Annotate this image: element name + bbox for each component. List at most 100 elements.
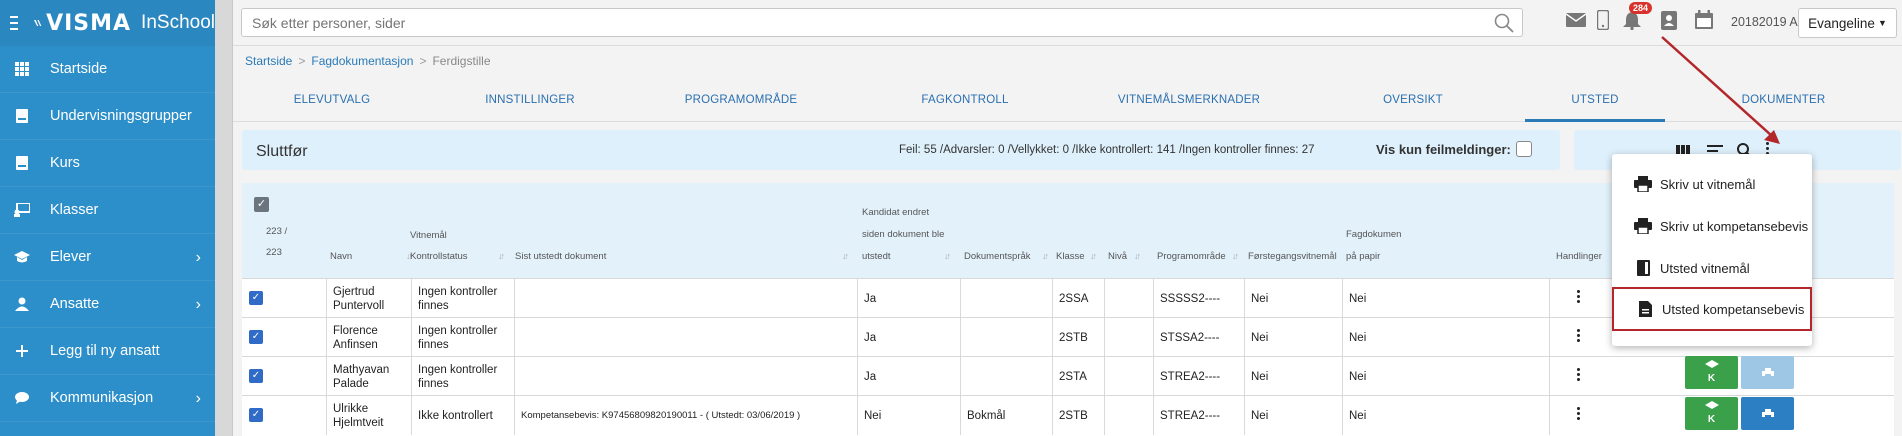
tab-bar: ELEVUTVALG INNSTILLINGER PROGRAMOMRÅDE F… (233, 80, 1902, 122)
cell-program: STREA2---- (1154, 396, 1245, 435)
total-count: 223 (266, 247, 282, 258)
sidebar-item-undervisningsgrupper[interactable]: Undervisningsgrupper (0, 93, 215, 140)
cell-status: Ingen kontroller finnes (412, 279, 515, 318)
errors-only-checkbox[interactable] (1516, 141, 1532, 157)
header-kontrollstatus[interactable]: Kontrollstatus (410, 251, 468, 262)
select-all-checkbox[interactable]: ✓ (254, 197, 269, 212)
menu-item-skriv-ut-kompetansebevis[interactable]: Skriv ut kompetansebevis (1612, 206, 1812, 246)
logo[interactable]: VISMA (46, 11, 131, 36)
table-row[interactable]: ✓ Ulrikke Hjelmtveit Ikke kontrollert Ko… (242, 395, 1894, 435)
cell-class: 2STB (1053, 318, 1105, 357)
sidebar-item-kurs[interactable]: Kurs (0, 140, 215, 187)
sort-arrows-icon[interactable]: ↓↑ (944, 251, 951, 261)
tab-vitnemalsmerknader[interactable]: VITNEMÅLSMERKNADER (1077, 80, 1301, 122)
print-button[interactable] (1741, 397, 1794, 430)
sort-arrows-icon[interactable]: ↓↑ (1042, 251, 1049, 261)
breadcrumb-separator: > (419, 54, 427, 68)
tab-innstillinger[interactable]: INNSTILLINGER (431, 80, 629, 122)
caret-down-icon: ▼ (1877, 18, 1887, 28)
issue-k-button[interactable]: K (1685, 397, 1738, 430)
breadcrumb-startside[interactable]: Startside (245, 54, 292, 68)
header-klasse[interactable]: Klasse (1056, 251, 1085, 262)
user-icon (14, 296, 30, 312)
cell-status: Ikke kontrollert (412, 396, 515, 435)
sidebar-scrollbar[interactable] (215, 0, 233, 436)
hamburger-menu-icon[interactable] (10, 16, 18, 30)
print-button[interactable] (1741, 356, 1794, 389)
header-fagdok-line2[interactable]: på papir (1346, 251, 1380, 262)
user-menu-button[interactable]: Evangeline ▼ (1798, 8, 1897, 38)
sidebar-item-label: Kommunikasjon (50, 390, 154, 406)
header-vitnemal[interactable]: Vitnemål (410, 230, 447, 241)
sidebar-item-label: Undervisningsgrupper (50, 108, 192, 124)
row-checkbox[interactable]: ✓ (249, 330, 263, 344)
tab-dokumenter[interactable]: DOKUMENTER (1665, 80, 1902, 122)
header-kandidat-line3[interactable]: utstedt (862, 251, 891, 262)
printer-icon (1761, 408, 1774, 419)
product-name: InSchool (141, 12, 215, 33)
search-input[interactable] (242, 9, 1458, 36)
table-row[interactable]: ✓ Mathyavan Palade Ingen kontroller finn… (242, 356, 1894, 396)
sort-arrows-icon[interactable]: ↓↑ (1232, 251, 1239, 261)
row-checkbox[interactable]: ✓ (249, 291, 263, 305)
issue-k-button[interactable]: K (1685, 356, 1738, 389)
breadcrumb-separator: > (298, 54, 306, 68)
search-icon[interactable] (1494, 13, 1514, 33)
cell-language (961, 279, 1053, 318)
header-programomrade[interactable]: Programområde (1157, 251, 1226, 262)
sort-arrows-icon[interactable]: ↓↑ (1090, 251, 1097, 261)
cell-level (1105, 279, 1154, 318)
cell-name: Florence Anfinsen (326, 318, 412, 357)
cell-program: SSSSS2---- (1154, 279, 1245, 318)
menu-item-utsted-kompetansebevis[interactable]: Utsted kompetansebevis (1612, 287, 1812, 331)
cell-level (1105, 318, 1154, 357)
header-niva[interactable]: Nivå (1108, 251, 1127, 262)
cell-changed: Ja (858, 318, 961, 357)
cell-program: STSSA2---- (1154, 318, 1245, 357)
tab-utsted[interactable]: UTSTED (1525, 80, 1665, 122)
cell-last-doc (515, 357, 858, 396)
calendar-icon[interactable] (1695, 10, 1713, 29)
selected-count: 223 / (266, 226, 288, 237)
chevron-right-icon: › (195, 390, 201, 407)
sidebar-item-klasser[interactable]: Klasser (0, 187, 215, 234)
book-icon (14, 155, 30, 171)
sort-arrows-icon[interactable]: ↓↑ (842, 251, 849, 261)
row-checkbox[interactable]: ✓ (249, 369, 263, 383)
visma-logo-icon (33, 19, 42, 27)
menu-item-utsted-vitnemal[interactable]: Utsted vitnemål (1612, 248, 1812, 288)
menu-item-skriv-ut-vitnemal[interactable]: Skriv ut vitnemål (1612, 164, 1812, 204)
header-dokumentsprak[interactable]: Dokumentspråk (964, 251, 1031, 262)
sidebar-item-kommunikasjon[interactable]: Kommunikasjon › (0, 375, 215, 422)
row-actions-icon[interactable] (1577, 407, 1581, 422)
cell-class: 2STA (1053, 357, 1105, 396)
row-actions-icon[interactable] (1577, 329, 1581, 344)
row-checkbox[interactable]: ✓ (249, 408, 263, 422)
sort-arrows-icon[interactable]: ↓↑ (1134, 251, 1141, 261)
sidebar-item-legg-til-ny-ansatt[interactable]: Legg til ny ansatt (0, 328, 215, 375)
tab-fagkontroll[interactable]: FAGKONTROLL (853, 80, 1077, 122)
row-actions-icon[interactable] (1577, 290, 1581, 305)
breadcrumb-fagdokumentasjon[interactable]: Fagdokumentasjon (311, 54, 413, 68)
header-navn[interactable]: Navn (330, 251, 352, 262)
header-sist-utstedt[interactable]: Sist utstedt dokument (515, 251, 606, 262)
chevron-right-icon: › (195, 249, 201, 266)
tab-oversikt[interactable]: OVERSIKT (1301, 80, 1525, 122)
cell-language (961, 318, 1053, 357)
tab-elevutvalg[interactable]: ELEVUTVALG (233, 80, 431, 122)
sort-arrows-icon[interactable]: ↓↑ (1329, 251, 1336, 261)
mobile-icon[interactable] (1597, 10, 1609, 30)
breadcrumb: Startside > Fagdokumentasjon > Ferdigstille (245, 54, 491, 68)
sort-arrows-icon[interactable]: ↓↑ (498, 251, 505, 261)
contact-card-icon[interactable] (1661, 11, 1677, 30)
sidebar-item-ansatte[interactable]: Ansatte › (0, 281, 215, 328)
mail-icon[interactable] (1566, 12, 1586, 28)
tab-programomrade[interactable]: PROGRAMOMRÅDE (629, 80, 853, 122)
header-forstegangsvitnemal[interactable]: Førstegangsvitnemål (1248, 251, 1337, 262)
menu-item-label: Skriv ut vitnemål (1660, 176, 1756, 192)
sidebar-item-startside[interactable]: Startside (0, 46, 215, 93)
sidebar-item-elever[interactable]: Elever › (0, 234, 215, 281)
cell-last-doc (515, 318, 858, 357)
sidebar-item-label: Kurs (50, 155, 80, 171)
row-actions-icon[interactable] (1577, 368, 1581, 383)
